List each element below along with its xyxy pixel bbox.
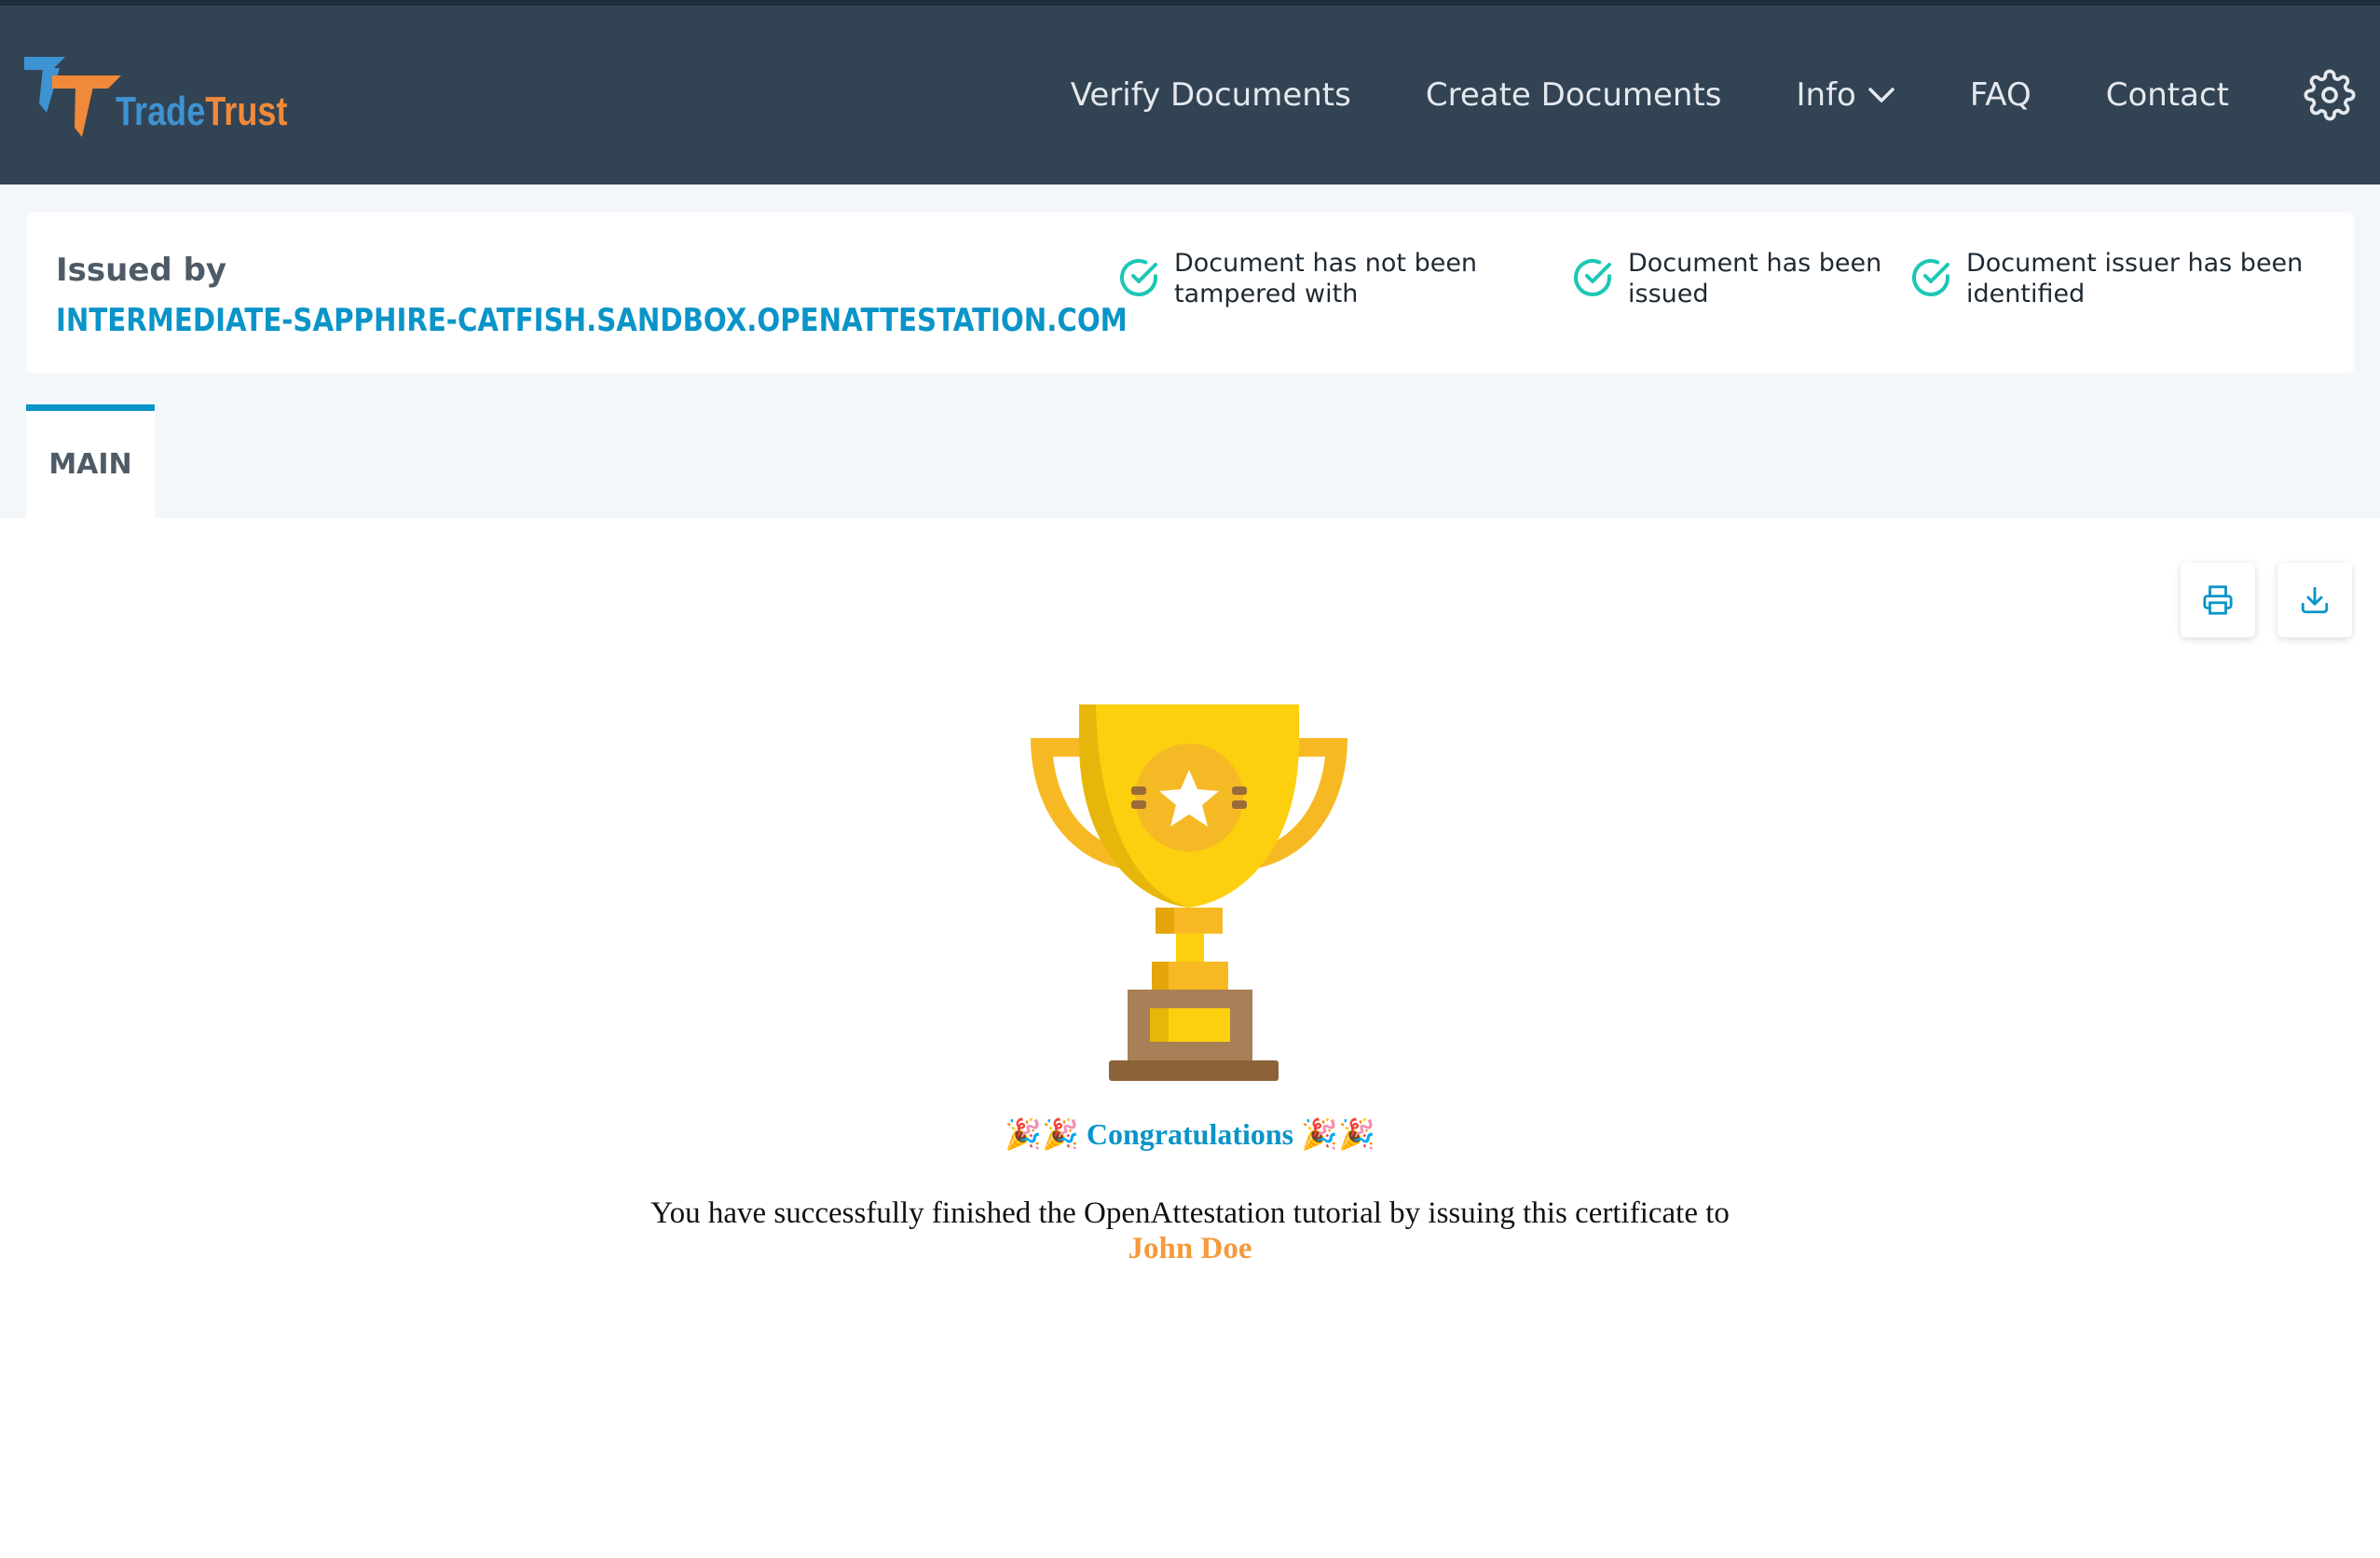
issued-by-label: Issued by xyxy=(56,252,227,289)
check-issuer-identified: Document issuer has been identified xyxy=(1908,248,2318,309)
nav-links: Verify Documents Create Documents Info F… xyxy=(1071,6,2380,184)
trophy-icon xyxy=(1031,704,1347,1081)
congratulations-text: Congratulations xyxy=(1086,1117,1294,1151)
check-issued: Document has been issued xyxy=(1570,248,1887,309)
tab-main[interactable]: MAIN xyxy=(26,404,155,518)
check-circle-icon xyxy=(1120,258,1157,296)
check-not-tampered: Document has not been tampered with xyxy=(1116,248,1508,309)
nav-info-dropdown[interactable]: Info xyxy=(1797,76,1895,114)
issuer-domain: INTERMEDIATE-SAPPHIRE-CATFISH.SANDBOX.OP… xyxy=(56,302,1128,339)
party-popper-icon: 🎉🎉 xyxy=(1301,1117,1375,1151)
logo-wordmark: TradeTrust xyxy=(116,89,288,134)
nav-faq[interactable]: FAQ xyxy=(1970,76,2031,114)
recipient-name: John Doe xyxy=(1128,1232,1252,1265)
party-popper-icon: 🎉🎉 xyxy=(1005,1117,1079,1151)
check-circle-icon xyxy=(1912,258,1949,296)
check-not-tampered-text: Document has not been tampered with xyxy=(1174,249,1478,308)
nav-create-documents[interactable]: Create Documents xyxy=(1426,76,1722,114)
tradetrust-logo[interactable]: TradeTrust xyxy=(24,48,304,150)
download-icon xyxy=(2301,586,2329,614)
printer-icon xyxy=(2203,585,2233,615)
check-issuer-identified-text: Document issuer has been identified xyxy=(1966,249,2304,308)
nav-verify-documents[interactable]: Verify Documents xyxy=(1071,76,1351,114)
navbar: TradeTrust Verify Documents Create Docum… xyxy=(0,6,2380,184)
congratulations-heading: 🎉🎉 Congratulations 🎉🎉 xyxy=(0,1116,2380,1152)
download-button[interactable] xyxy=(2277,563,2352,637)
check-circle-icon xyxy=(1574,258,1611,296)
certificate-message: You have successfully finished the OpenA… xyxy=(650,1196,1730,1230)
status-area: Issued by INTERMEDIATE-SAPPHIRE-CATFISH.… xyxy=(0,184,2380,518)
nav-info-label: Info xyxy=(1796,76,1856,114)
print-button[interactable] xyxy=(2181,563,2255,637)
logo-mark-icon xyxy=(24,57,121,137)
chevron-down-icon xyxy=(1868,88,1894,102)
verification-status-card: Issued by INTERMEDIATE-SAPPHIRE-CATFISH.… xyxy=(26,212,2354,373)
nav-contact[interactable]: Contact xyxy=(2106,76,2229,114)
gear-icon[interactable] xyxy=(2304,69,2356,121)
check-issued-text: Document has been issued xyxy=(1628,249,1882,308)
